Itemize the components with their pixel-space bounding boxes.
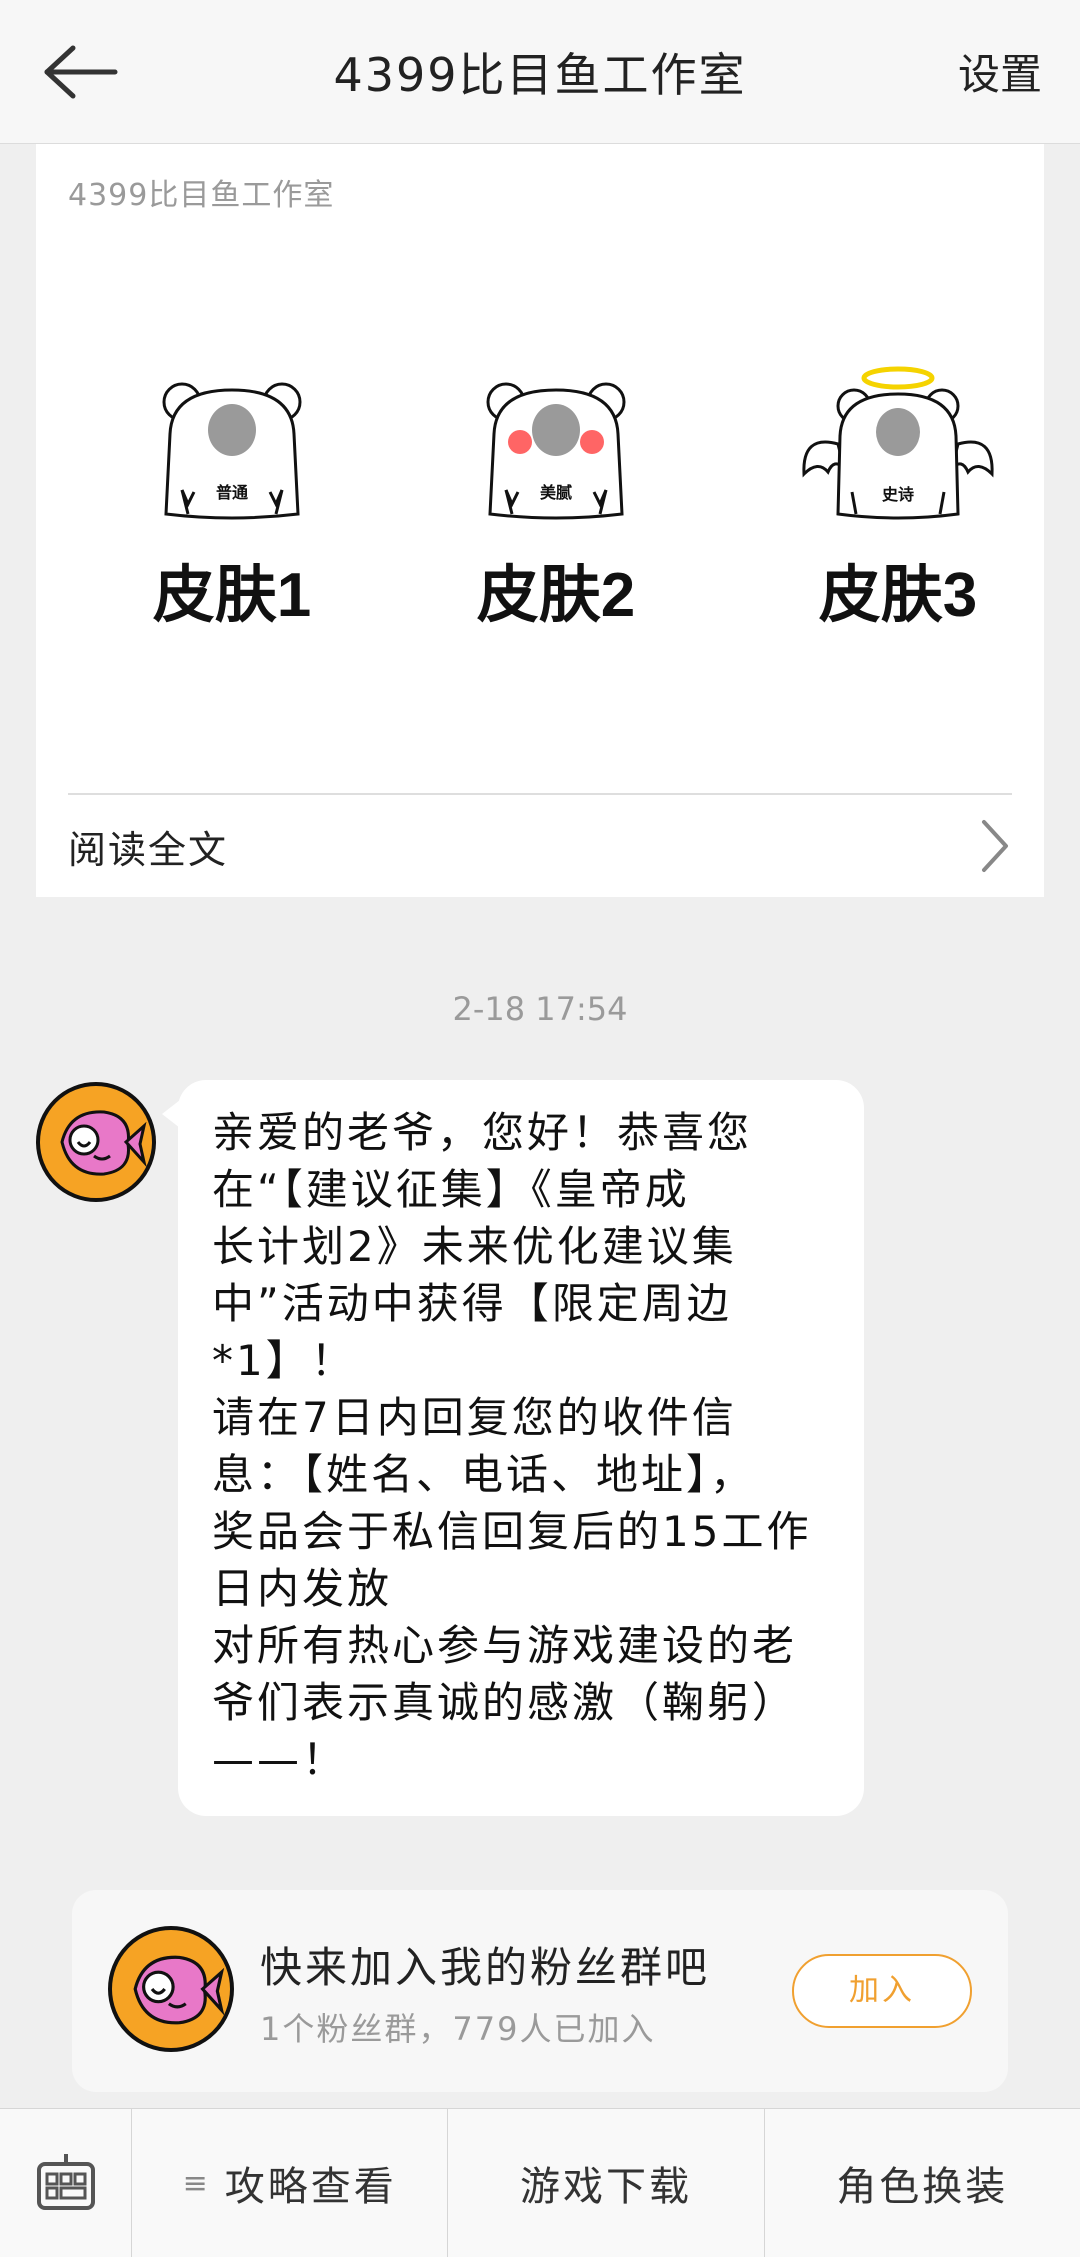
message-line: 对所有热心参与游戏建设的老 xyxy=(212,1621,798,1670)
avatar[interactable] xyxy=(36,1082,156,1202)
message-line: *1】！ xyxy=(212,1336,356,1385)
skin-tag: 普通 xyxy=(216,483,248,502)
keyboard-icon xyxy=(36,2154,95,2210)
message-timestamp: 2-18 17:54 xyxy=(452,990,628,1028)
bear-emoji-image: 美腻 xyxy=(486,382,626,520)
page-title: 4399比目鱼工作室 xyxy=(333,48,747,102)
settings-button[interactable]: 设置 xyxy=(958,0,1042,144)
message-line: 日内发放 xyxy=(212,1564,393,1613)
bottom-menu-bar: ≡ 攻略查看 游戏下载 角色换装 xyxy=(0,2108,1080,2257)
keyboard-toggle-button[interactable] xyxy=(0,2109,132,2257)
message-line: 长计划2》未来优化建议集 xyxy=(212,1222,737,1271)
message-line: ——！ xyxy=(212,1735,348,1784)
message-line: 亲爱的老爷，您好！恭喜您 xyxy=(212,1108,753,1157)
skin-label: 皮肤1 xyxy=(152,561,312,630)
fan-group-avatar xyxy=(108,1926,234,2052)
chevron-right-icon xyxy=(982,820,1008,872)
message-line: 息：【姓名、电话、地址】， xyxy=(212,1450,756,1499)
skin-tag: 美腻 xyxy=(540,483,572,502)
skin-label: 皮肤2 xyxy=(476,561,636,630)
menu-label: 攻略查看 xyxy=(224,2164,397,2210)
fan-group-title: 快来加入我的粉丝群吧 xyxy=(260,1943,711,1992)
message-line: 爷们表示真诚的感激（鞠躬） xyxy=(212,1678,798,1727)
fan-group-card[interactable]: 快来加入我的粉丝群吧 1个粉丝群，779人已加入 加入 xyxy=(72,1890,1008,2092)
fish-logo-icon xyxy=(133,1955,225,2025)
skin-item-3: 史诗 皮肤3 xyxy=(748,364,1048,654)
menu-download-button[interactable]: 游戏下载 xyxy=(448,2109,765,2257)
menu-label: 角色换装 xyxy=(836,2164,1009,2210)
message-line: 请在7日内回复您的收件信 xyxy=(212,1393,737,1442)
bear-emoji-image: 普通 xyxy=(162,382,302,520)
message-line: 奖品会于私信回复后的15工作 xyxy=(212,1507,812,1556)
skin-label: 皮肤3 xyxy=(818,561,978,630)
read-full-label: 阅读全文 xyxy=(68,827,229,872)
angel-bear-emoji-image: 史诗 xyxy=(802,366,994,520)
skin-item-1: 普通 皮肤1 xyxy=(82,364,382,654)
menu-costume-button[interactable]: 角色换装 xyxy=(765,2109,1080,2257)
read-full-link[interactable]: 阅读全文 xyxy=(68,795,1012,897)
menu-icon: ≡ xyxy=(182,2165,211,2201)
skin-tag: 史诗 xyxy=(882,485,914,504)
article-card[interactable]: 4399比目鱼工作室 普通 皮肤1 美腻 皮肤2 史诗 皮肤3 阅读全文 xyxy=(36,144,1044,897)
join-button[interactable]: 加入 xyxy=(792,1954,972,2028)
message-line: 在“【建议征集】《皇帝成 xyxy=(212,1165,690,1214)
message-line: 中”活动中获得【限定周边 xyxy=(212,1279,732,1328)
fan-group-subtitle: 1个粉丝群，779人已加入 xyxy=(260,2010,656,2048)
menu-label: 游戏下载 xyxy=(519,2164,692,2210)
skin-item-2: 美腻 皮肤2 xyxy=(406,364,706,654)
menu-strategy-button[interactable]: ≡ 攻略查看 xyxy=(132,2109,449,2257)
fish-logo-icon xyxy=(60,1110,147,1176)
top-bar: 4399比目鱼工作室 设置 xyxy=(0,0,1080,144)
article-source: 4399比目鱼工作室 xyxy=(68,178,335,213)
message-bubble[interactable]: 亲爱的老爷，您好！恭喜您 在“【建议征集】《皇帝成 长计划2》未来优化建议集 中… xyxy=(162,1080,864,1816)
